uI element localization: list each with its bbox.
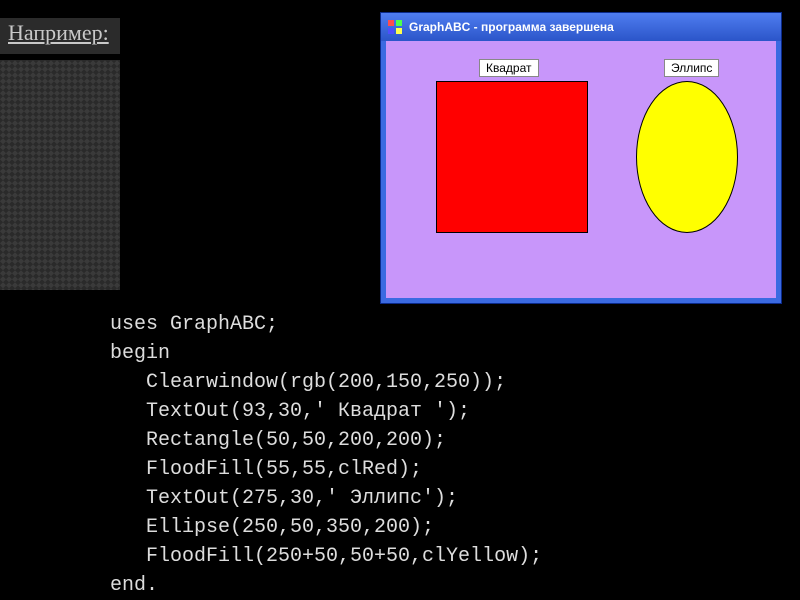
window-title: GraphABC - программа завершена	[409, 20, 614, 34]
yellow-ellipse	[636, 81, 738, 233]
label-ellipse: Эллипс	[664, 59, 719, 77]
label-square: Квадрат	[479, 59, 539, 77]
window-client-area: Квадрат Эллипс	[386, 41, 776, 298]
side-texture-block	[0, 60, 120, 290]
app-icon	[387, 19, 403, 35]
code-listing: uses GraphABC; begin Clearwindow(rgb(200…	[110, 310, 542, 600]
slide-root: Например: uses GraphABC; begin Clearwind…	[0, 0, 800, 600]
red-square	[436, 81, 588, 233]
graphabc-window: GraphABC - программа завершена Квадрат Э…	[380, 12, 782, 304]
window-titlebar[interactable]: GraphABC - программа завершена	[381, 13, 781, 41]
example-heading: Например:	[8, 20, 109, 46]
